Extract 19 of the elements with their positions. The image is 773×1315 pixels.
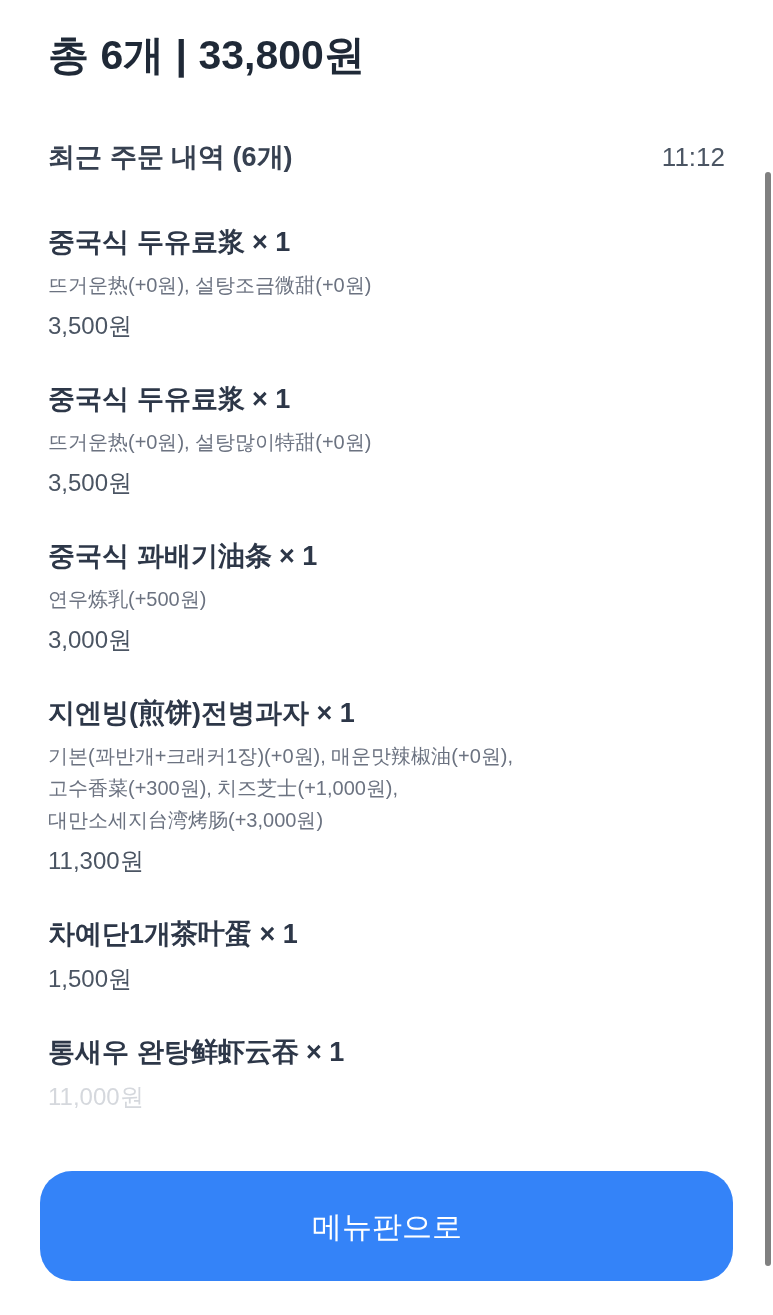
item-name: 차예단1개茶叶蛋 × 1 <box>48 918 298 951</box>
menu-button[interactable]: 메뉴판으로 <box>40 1171 733 1281</box>
item-price: 3,500원 <box>48 468 133 498</box>
item-name: 중국식 두유료浆 × 1 <box>48 226 291 259</box>
order-total-title: 총 6개 | 33,800원 <box>48 31 365 79</box>
item-options: 기본(꽈반개+크래커1장)(+0원), 매운맛辣椒油(+0원), 고수香菜(+300원), 치즈芝士(+1,000원), 대만소세지台湾烤肠(+3,000원) <box>48 740 543 836</box>
item-price: 3,500원 <box>48 311 133 341</box>
item-options: 뜨거운热(+0원), 설탕많이特甜(+0원) <box>48 426 372 458</box>
item-options: 연우炼乳(+500원) <box>48 583 207 615</box>
item-price: 3,000원 <box>48 625 133 655</box>
item-name: 지엔빙(煎饼)전병과자 × 1 <box>48 697 355 730</box>
item-name: 중국식 꽈배기油条 × 1 <box>48 540 318 573</box>
order-time: 11:12 <box>661 141 725 174</box>
item-price: 11,300원 <box>48 846 144 876</box>
item-price: 1,500원 <box>48 964 133 994</box>
section-title: 최근 주문 내역 (6개) <box>48 141 293 174</box>
item-name: 통새우 완탕鲜虾云吞 × 1 <box>48 1036 345 1069</box>
item-options: 뜨거운热(+0원), 설탕조금微甜(+0원) <box>48 269 372 301</box>
item-name: 중국식 두유료浆 × 1 <box>48 383 291 416</box>
